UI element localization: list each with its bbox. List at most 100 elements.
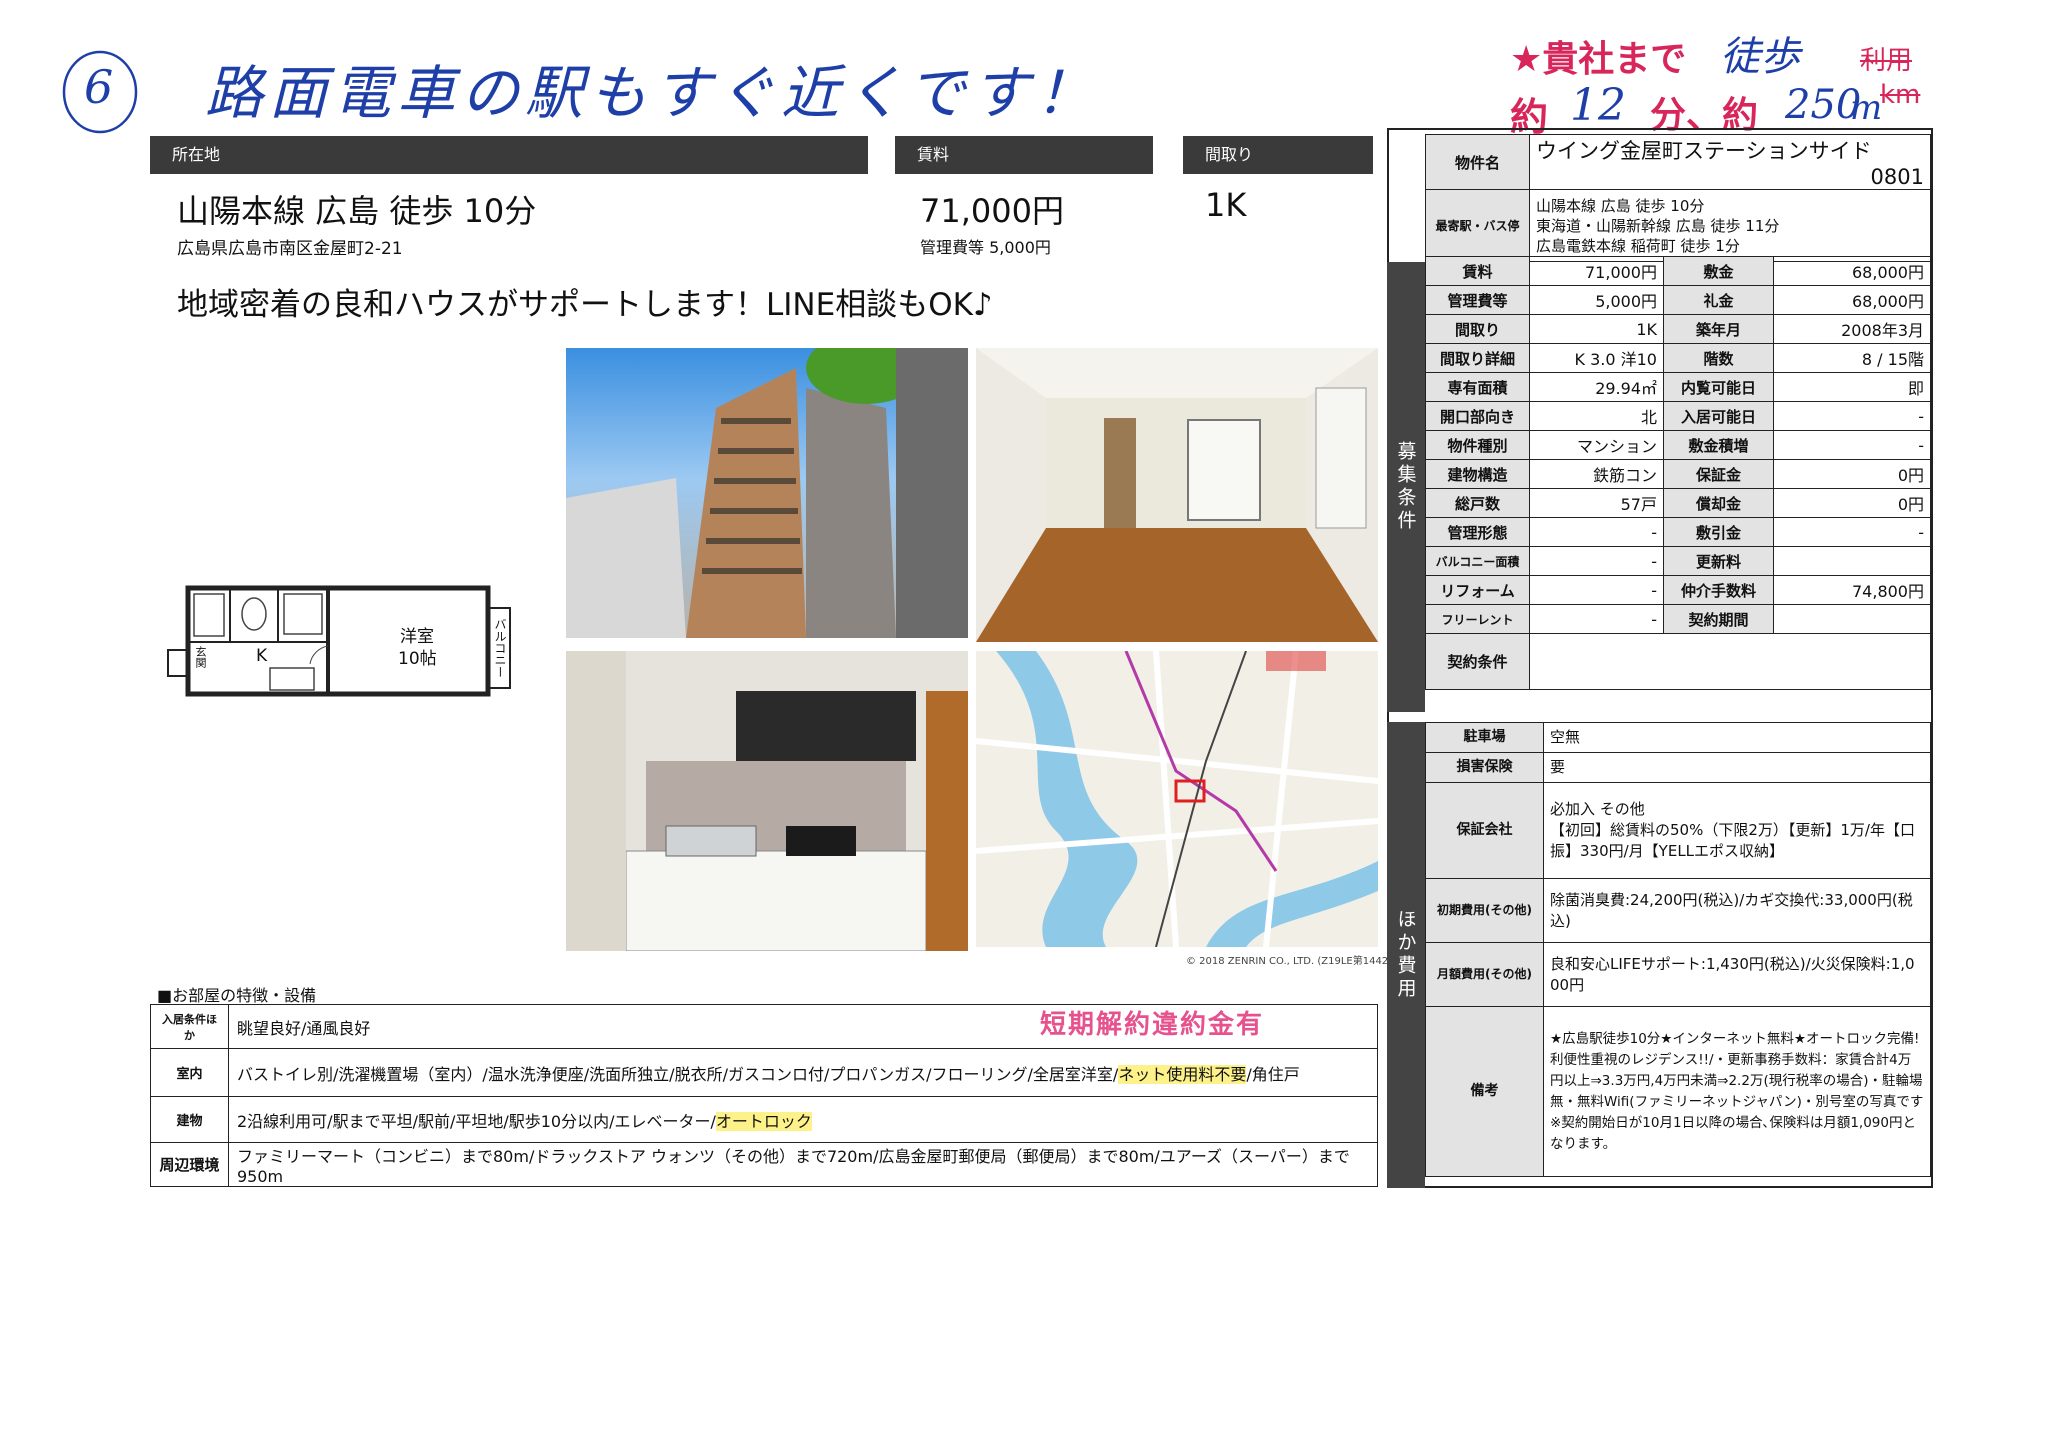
- conditions-label: 礼金: [1663, 285, 1774, 315]
- handwritten-stamp-line1: ★貴社まで: [1510, 39, 1687, 80]
- conditions-value: 0円: [1773, 488, 1931, 518]
- other-costs-value: 必加入 その他 【初回】総賃料の50%（下限2万）【更新】1万/年【口振】330…: [1543, 782, 1931, 879]
- conditions-row: 総戸数 57戸 償却金 0円: [1425, 488, 1931, 518]
- features-text: バストイレ別/洗濯機置場（室内）/温水洗浄便座/洗面所独立/脱衣所/ガスコンロ付…: [228, 1048, 1378, 1097]
- conditions-value: 68,000円: [1773, 256, 1931, 286]
- features-label: 室内: [150, 1048, 229, 1097]
- conditions-value: -: [1773, 517, 1931, 547]
- conditions-row: 間取り 1K 築年月 2008年3月: [1425, 314, 1931, 344]
- conditions-label: 管理形態: [1425, 517, 1530, 547]
- room-interior-photo: [976, 348, 1378, 642]
- conditions-label: 物件種別: [1425, 430, 1530, 460]
- conditions-value: 57戸: [1529, 488, 1664, 518]
- features-row: 室内 バストイレ別/洗濯機置場（室内）/温水洗浄便座/洗面所独立/脱衣所/ガスコ…: [150, 1048, 1378, 1097]
- other-costs-row: 備考 ★広島駅徒歩10分★インターネット無料★オートロック完備!利便性重視のレジデ…: [1425, 1006, 1931, 1177]
- other-costs-row: 月額費用(その他) 良和安心LIFEサポート:1,430円(税込)/火災保険料:1…: [1425, 942, 1931, 1007]
- conditions-row: 管理形態 - 敷引金 -: [1425, 517, 1931, 547]
- conditions-label: 階数: [1663, 343, 1774, 373]
- conditions-row: 賃料 71,000円 敷金 68,000円: [1425, 256, 1931, 286]
- conditions-label: 建物構造: [1425, 459, 1530, 489]
- highlighted-feature: ネット使用料不要: [1118, 1064, 1247, 1084]
- map-credit: © 2018 ZENRIN CO., LTD. (Z19LE第1442号): [1186, 956, 1403, 967]
- stations-list: 山陽本線 広島 徒歩 10分 東海道・山陽新幹線 広島 徒歩 11分 広島電鉄本…: [1529, 189, 1931, 262]
- conditions-label: 総戸数: [1425, 488, 1530, 518]
- conditions-row: 間取り詳細 K 3.0 洋10 階数 8 / 15階: [1425, 343, 1931, 373]
- floorplan-entrance: 玄関: [194, 646, 207, 668]
- conditions-value: 29.94㎡: [1529, 372, 1664, 402]
- conditions-label: 敷引金: [1663, 517, 1774, 547]
- floor-plan: [167, 585, 511, 697]
- property-name-label: 物件名: [1425, 134, 1530, 190]
- features-label: 入居条件ほか: [150, 1004, 229, 1049]
- mgmt-fee: 管理費等 5,000円: [920, 238, 1051, 257]
- conditions-value: -: [1773, 401, 1931, 431]
- conditions-label: 内覧可能日: [1663, 372, 1774, 402]
- property-name-text: ウイング金屋町ステーションサイド: [1536, 139, 1872, 163]
- features-row: 建物 2沿線利用可/駅まで平坦/駅前/平坦地/駅歩10分以内/エレベーター/オー…: [150, 1096, 1378, 1143]
- other-costs-value: 要: [1543, 752, 1931, 783]
- floorplan-room-size: 10帖: [398, 649, 437, 669]
- conditions-row: フリーレント - 契約期間: [1425, 604, 1931, 634]
- features-row: 周辺環境 ファミリーマート（コンビニ）まで80m/ドラックストア ウォンツ（その…: [150, 1142, 1378, 1187]
- features-label: 建物: [150, 1096, 229, 1143]
- station-item: 山陽本線 広島 徒歩 10分: [1536, 196, 1705, 215]
- header-layout: 間取り: [1183, 136, 1373, 174]
- conditions-label: 保証金: [1663, 459, 1774, 489]
- conditions-value: 即: [1773, 372, 1931, 402]
- conditions-label: 契約期間: [1663, 604, 1774, 634]
- other-costs-row: 損害保険要: [1425, 752, 1931, 783]
- conditions-value: [1773, 604, 1931, 634]
- conditions-value: 5,000円: [1529, 285, 1664, 315]
- conditions-row: バルコニー面積 - 更新料: [1425, 546, 1931, 576]
- other-costs-table: 駐車場 空無 損害保険要保証会社 必加入 その他 【初回】総賃料の50%（下限2万）【…: [1425, 722, 1931, 1177]
- contract-value: [1529, 633, 1931, 690]
- side-label-conditions-text: 募集条件: [1394, 441, 1417, 533]
- conditions-row: 開口部向き北入居可能日 -: [1425, 401, 1931, 431]
- contract-row: 契約条件: [1425, 633, 1931, 690]
- other-costs-row: 駐車場 空無: [1425, 722, 1931, 753]
- conditions-value: -: [1529, 517, 1664, 547]
- conditions-row: リフォーム - 仲介手数料 74,800円: [1425, 575, 1931, 605]
- conditions-label: 開口部向き: [1425, 401, 1530, 431]
- conditions-label: フリーレント: [1425, 604, 1530, 634]
- conditions-value: 68,000円: [1773, 285, 1931, 315]
- other-costs-row: 初期費用(その他) 除菌消臭費:24,200円(税込)/カギ交換代:33,000円…: [1425, 878, 1931, 943]
- conditions-row: 専有面積 29.94㎡ 内覧可能日即: [1425, 372, 1931, 402]
- penalty-stamp: 短期解約違約金有: [1040, 1010, 1265, 1040]
- conditions-value: 1K: [1529, 314, 1664, 344]
- conditions-label: 専有面積: [1425, 372, 1530, 402]
- features-label: 周辺環境: [150, 1142, 229, 1187]
- features-text: 2沿線利用可/駅まで平坦/駅前/平坦地/駅歩10分以内/エレベーター/オートロッ…: [228, 1096, 1378, 1143]
- contract-label: 契約条件: [1425, 633, 1530, 690]
- features-text-part: バストイレ別/洗濯機置場（室内）/温水洗浄便座/洗面所独立/脱衣所/ガスコンロ付…: [237, 1064, 1119, 1084]
- conditions-label: 仲介手数料: [1663, 575, 1774, 605]
- conditions-table: 賃料 71,000円 敷金 68,000円 管理費等 5,000円 礼金 68,000円 間取り…: [1425, 256, 1931, 690]
- other-costs-value: ★広島駅徒歩10分★インターネット無料★オートロック完備!利便性重視のレジデンス…: [1543, 1006, 1931, 1177]
- room-number: 0801: [1870, 165, 1924, 189]
- kitchen-photo: [566, 651, 968, 951]
- catch-copy: 地域密着の良和ハウスがサポートします！LINE相談もOK♪: [177, 287, 993, 323]
- other-costs-row: 保証会社 必加入 その他 【初回】総賃料の50%（下限2万）【更新】1万/年【口振…: [1425, 782, 1931, 879]
- other-costs-label: 備考: [1425, 1006, 1544, 1177]
- conditions-label: 管理費等: [1425, 285, 1530, 315]
- conditions-value: 71,000円: [1529, 256, 1664, 286]
- side-label-other: ほか費用: [1387, 722, 1425, 1188]
- conditions-value: 鉄筋コン: [1529, 459, 1664, 489]
- conditions-label: 敷金積増: [1663, 430, 1774, 460]
- crossed-text-1: 利用: [1860, 46, 1913, 76]
- header-rent: 賃料: [895, 136, 1153, 174]
- conditions-label: バルコニー面積: [1425, 546, 1530, 576]
- conditions-label: 間取り詳細: [1425, 343, 1530, 373]
- conditions-value: -: [1529, 575, 1664, 605]
- crossed-text-2: km: [1880, 80, 1921, 110]
- handwritten-walk: 徒歩: [1720, 34, 1800, 80]
- address-text: 広島県広島市南区金屋町2-21: [177, 239, 403, 259]
- conditions-label: 入居可能日: [1663, 401, 1774, 431]
- station-label: 最寄駅・バス停: [1425, 189, 1530, 262]
- station-item: 東海道・山陽新幹線 広島 徒歩 11分: [1536, 216, 1780, 235]
- access-text: 山陽本線 広島 徒歩 10分: [177, 192, 537, 230]
- building-exterior-photo: [566, 348, 968, 638]
- conditions-label: リフォーム: [1425, 575, 1530, 605]
- other-costs-label: 月額費用(その他): [1425, 942, 1544, 1007]
- circled-number-text: 6: [84, 60, 114, 114]
